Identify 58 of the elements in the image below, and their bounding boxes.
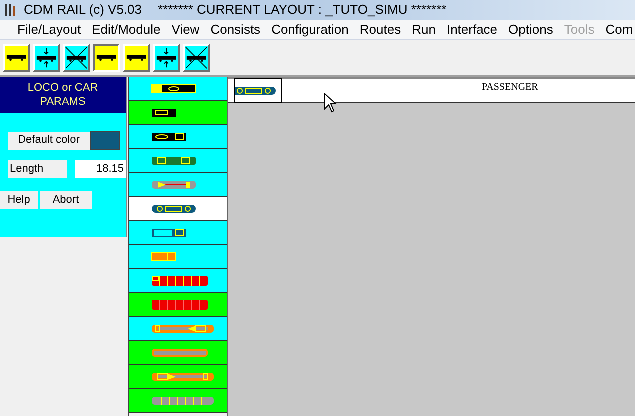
menu-item[interactable]: Com (600, 20, 635, 40)
crossed-train-icon (185, 46, 208, 70)
car-icon (152, 348, 208, 356)
car-list-item[interactable] (129, 125, 227, 149)
menu-item[interactable]: Run (406, 20, 442, 40)
car-list-item[interactable] (129, 221, 227, 245)
length-label: Length (8, 160, 67, 178)
car-icon (152, 299, 208, 310)
car-list-item[interactable] (129, 293, 227, 317)
car-list-item[interactable] (129, 365, 227, 389)
car-icon (152, 180, 196, 188)
length-field[interactable]: 18.15 (75, 160, 126, 178)
preview-car-icon (235, 86, 276, 94)
car-list-item[interactable] (129, 341, 227, 365)
panel-button[interactable]: Help (0, 191, 38, 209)
color-swatch[interactable] (90, 131, 120, 150)
menu-item[interactable]: Configuration (266, 20, 354, 40)
train-icon (125, 53, 148, 62)
car-list-item[interactable] (129, 77, 227, 101)
car-list-item[interactable] (129, 245, 227, 269)
car-icon (152, 252, 176, 261)
car-icon (152, 324, 214, 332)
car-list-item[interactable] (129, 269, 227, 293)
car-list-item[interactable] (129, 149, 227, 173)
window-title: CDM RAIL (c) V5.03 (24, 1, 142, 20)
menu-item[interactable]: File/Layout (12, 20, 87, 40)
car-icon (152, 372, 214, 380)
car-type-label: PASSENGER (482, 81, 538, 95)
car-list-item[interactable] (129, 101, 227, 125)
car-list-item[interactable] (129, 173, 227, 197)
car-icon (152, 84, 196, 93)
app-icon (4, 3, 16, 17)
toolbar-button[interactable] (93, 44, 120, 72)
menu-item[interactable]: Interface (441, 20, 504, 40)
car-icon (152, 228, 186, 236)
car-icon (152, 396, 214, 405)
car-list-item[interactable] (129, 389, 227, 413)
car-icon (152, 156, 196, 164)
car-list-item[interactable] (129, 317, 227, 341)
menu-item[interactable]: View (166, 20, 206, 40)
menu-item[interactable]: Consists (205, 20, 266, 40)
train-icon (5, 53, 28, 62)
crossed-train-icon (65, 46, 88, 70)
menu-item[interactable]: Edit/Module (86, 20, 166, 40)
train-arrows-icon (35, 46, 58, 70)
default-color-button[interactable]: Default color (8, 132, 90, 150)
menu-item[interactable]: Options (503, 20, 559, 40)
menu-item[interactable]: Routes (354, 20, 407, 40)
panel-button[interactable]: Abort (40, 191, 92, 209)
car-icon (152, 204, 196, 212)
train-arrows-icon (155, 46, 178, 70)
car-icon (152, 108, 176, 116)
layout-title: ******* CURRENT LAYOUT : _TUTO_SIMU ******* (158, 1, 447, 20)
car-icon (152, 132, 186, 140)
car-icon (152, 275, 208, 286)
train-icon (95, 53, 118, 62)
panel-title: LOCO or CAR PARAMS (26, 81, 100, 109)
car-list-item[interactable] (129, 197, 227, 221)
